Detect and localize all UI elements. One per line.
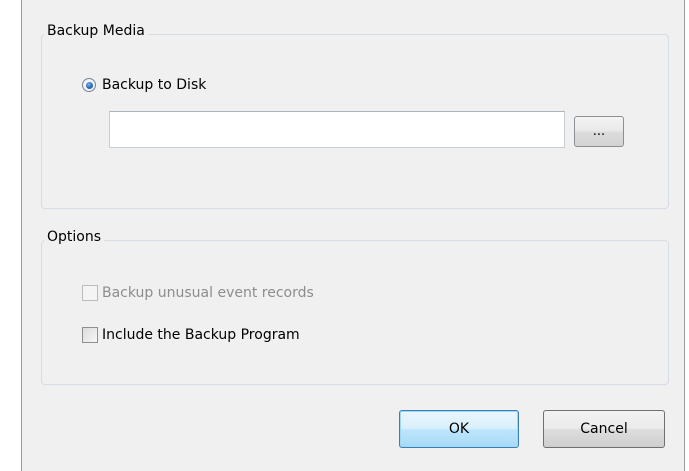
radio-selected-icon[interactable]	[82, 78, 96, 92]
include-program-checkbox[interactable]	[82, 327, 98, 343]
include-backup-program-checkbox-row[interactable]: Include the Backup Program	[82, 327, 300, 343]
unusual-events-checkbox	[82, 285, 98, 301]
backup-dialog: Backup Media Backup to Disk ... Options …	[21, 0, 685, 471]
backup-media-group: Backup Media Backup to Disk ...	[41, 22, 669, 209]
cancel-button[interactable]: Cancel	[543, 410, 665, 448]
backup-media-title: Backup Media	[44, 22, 148, 40]
include-program-label: Include the Backup Program	[102, 327, 300, 343]
browse-button[interactable]: ...	[574, 116, 624, 147]
radio-dot-icon	[85, 81, 93, 89]
backup-unusual-events-checkbox-row: Backup unusual event records	[82, 285, 314, 301]
options-group: Options Backup unusual event records Inc…	[41, 228, 669, 385]
ok-button[interactable]: OK	[399, 410, 519, 448]
backup-to-disk-label: Backup to Disk	[102, 77, 207, 93]
backup-to-disk-radio[interactable]: Backup to Disk	[82, 77, 206, 93]
options-title: Options	[44, 228, 105, 246]
unusual-events-label: Backup unusual event records	[102, 285, 314, 301]
backup-path-input[interactable]	[109, 111, 565, 148]
